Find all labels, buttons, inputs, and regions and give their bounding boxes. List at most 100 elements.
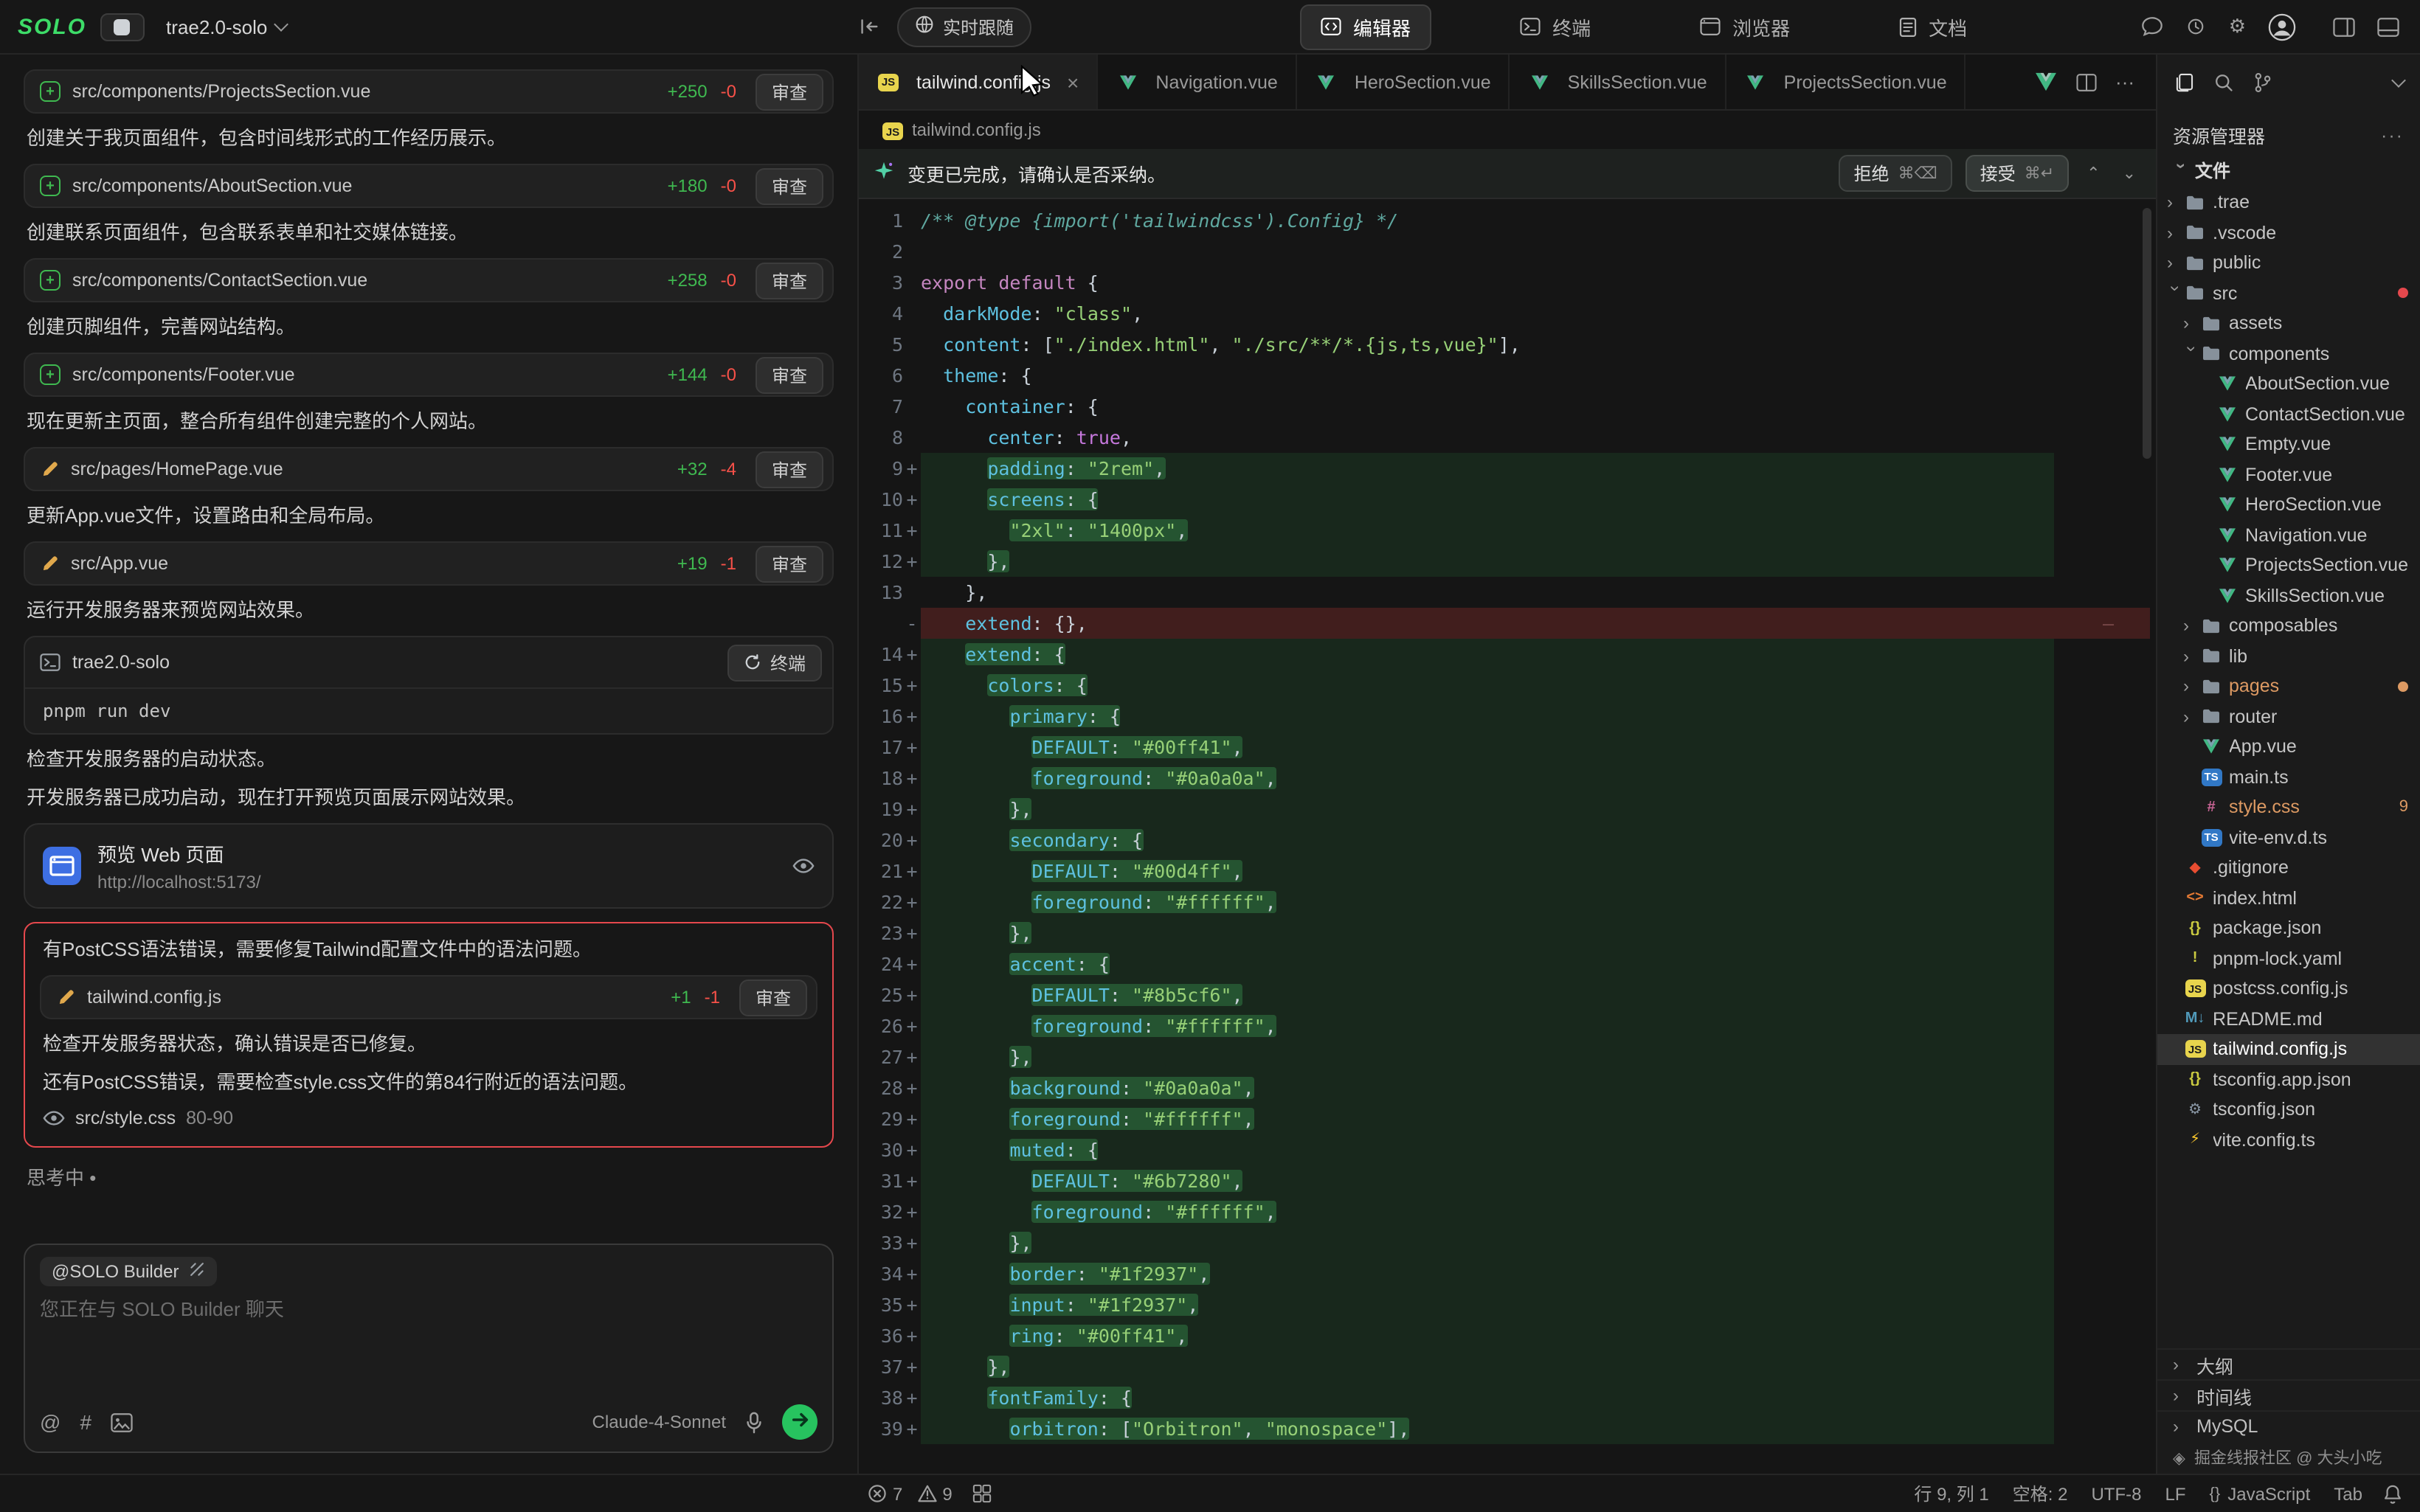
code-line[interactable]: 18+ foreground: "#0a0a0a", — [859, 763, 2155, 794]
code-line[interactable]: 33+ }, — [859, 1227, 2155, 1258]
file-change-card[interactable]: src/pages/HomePage.vue+32-4审查 — [24, 447, 834, 491]
tree-item-22[interactable]: ◆.gitignore — [2157, 853, 2420, 883]
review-button[interactable]: 审查 — [756, 451, 823, 488]
editor-scrollbar[interactable] — [2142, 208, 2151, 459]
eye-icon[interactable] — [792, 857, 815, 875]
workspace-tab-1[interactable]: 终端 — [1499, 4, 1611, 49]
files-section-header[interactable]: › 文件 — [2157, 153, 2420, 187]
file-change-card[interactable]: +src/components/Footer.vue+144-0审查 — [24, 353, 834, 397]
collapse-panel-icon[interactable] — [859, 18, 879, 35]
terminal-card[interactable]: trae2.0-solo终端pnpm run dev — [24, 636, 834, 735]
file-change-card[interactable]: +src/components/ContactSection.vue+258-0… — [24, 258, 834, 302]
code-line[interactable]: 20+ secondary: { — [859, 825, 2155, 856]
tree-item-1[interactable]: ›.vscode — [2157, 218, 2420, 248]
tree-item-4[interactable]: ›assets — [2157, 308, 2420, 339]
search-icon[interactable] — [2213, 72, 2233, 93]
tree-item-2[interactable]: ›public — [2157, 248, 2420, 278]
tree-item-10[interactable]: HeroSection.vue — [2157, 490, 2420, 520]
workspace-tab-3[interactable]: 文档 — [1878, 4, 1988, 49]
more-actions-icon[interactable]: ··· — [2115, 71, 2134, 93]
code-line[interactable]: 38+ fontFamily: { — [859, 1382, 2155, 1413]
code-line[interactable]: 27+ }, — [859, 1041, 2155, 1072]
file-reference-link[interactable]: src/style.css80-90 — [43, 1108, 815, 1128]
code-line[interactable]: 34+ border: "#1f2937", — [859, 1258, 2155, 1289]
code-line[interactable]: 22+ foreground: "#ffffff", — [859, 887, 2155, 918]
code-line[interactable]: 39+ orbitron: ["Orbitron", "monospace"], — [859, 1413, 2155, 1444]
status-item-1[interactable]: 空格: 2 — [2013, 1481, 2068, 1506]
code-line[interactable]: 11+ "2xl": "1400px", — [859, 515, 2155, 546]
editor-tab-2[interactable]: HeroSection.vue — [1297, 55, 1510, 109]
sidebar-panel-2[interactable]: ›MySQL — [2157, 1410, 2420, 1441]
chat-bubble-icon[interactable] — [2142, 16, 2164, 37]
model-selector[interactable]: Claude-4-Sonnet — [592, 1412, 726, 1432]
next-change-icon[interactable]: ⌄ — [2118, 164, 2140, 183]
code-line[interactable]: 31+ DEFAULT: "#6b7280", — [859, 1165, 2155, 1196]
history-icon[interactable] — [2186, 16, 2207, 37]
code-line[interactable]: 24+ accent: { — [859, 949, 2155, 979]
code-line[interactable]: 13 }, — [859, 577, 2155, 608]
status-item-2[interactable]: UTF-8 — [2091, 1483, 2141, 1504]
accept-button[interactable]: 接受 ⌘↵ — [1966, 155, 2069, 192]
code-line[interactable]: 23+ }, — [859, 918, 2155, 949]
terminal-button[interactable]: 终端 — [727, 644, 822, 681]
tree-item-15[interactable]: ›lib — [2157, 641, 2420, 671]
code-line[interactable]: 7 container: { — [859, 391, 2155, 422]
tree-item-6[interactable]: AboutSection.vue — [2157, 369, 2420, 399]
split-editor-icon[interactable] — [2075, 73, 2096, 91]
code-line[interactable]: 26+ foreground: "#ffffff", — [859, 1010, 2155, 1041]
code-line[interactable]: 15+ colors: { — [859, 670, 2155, 701]
editor-tab-3[interactable]: SkillsSection.vue — [1510, 55, 1726, 109]
tree-item-27[interactable]: M↓README.md — [2157, 1004, 2420, 1034]
vue-preview-icon[interactable] — [2034, 72, 2056, 91]
tree-item-31[interactable]: ⚡vite.config.ts — [2157, 1125, 2420, 1155]
code-line[interactable]: 1/** @type {import('tailwindcss').Config… — [859, 205, 2155, 236]
tree-item-8[interactable]: Empty.vue — [2157, 429, 2420, 460]
tree-item-5[interactable]: ›components — [2157, 339, 2420, 369]
review-button[interactable]: 审查 — [756, 167, 823, 204]
tree-item-0[interactable]: ›.trae — [2157, 187, 2420, 218]
tree-item-20[interactable]: #style.css9 — [2157, 792, 2420, 822]
workspace-tab-2[interactable]: 浏览器 — [1679, 4, 1811, 49]
breadcrumb[interactable]: JS tailwind.config.js — [859, 111, 2155, 149]
tree-item-14[interactable]: ›composables — [2157, 611, 2420, 641]
status-item-5[interactable]: Tab — [2334, 1483, 2362, 1504]
code-line[interactable]: 19+ }, — [859, 794, 2155, 825]
code-line[interactable]: 4 darkMode: "class", — [859, 298, 2155, 329]
code-line[interactable]: 21+ DEFAULT: "#00d4ff", — [859, 856, 2155, 887]
code-line[interactable]: 9+ padding: "2rem", — [859, 453, 2155, 484]
workspace-tab-0[interactable]: 编辑器 — [1300, 4, 1431, 49]
close-icon[interactable]: × — [1067, 70, 1079, 94]
tree-item-23[interactable]: <>index.html — [2157, 883, 2420, 913]
code-line[interactable]: 32+ foreground: "#ffffff", — [859, 1196, 2155, 1227]
code-line[interactable]: 3export default { — [859, 267, 2155, 298]
layout-bottom-icon[interactable] — [2377, 17, 2399, 36]
file-change-card[interactable]: tailwind.config.js+1-1审查 — [40, 975, 817, 1019]
review-button[interactable]: 审查 — [756, 356, 823, 393]
editor-tab-4[interactable]: ProjectsSection.vue — [1726, 55, 1966, 109]
code-line[interactable]: 36+ ring: "#00ff41", — [859, 1320, 2155, 1351]
bell-icon[interactable] — [2383, 1483, 2402, 1504]
review-button[interactable]: 审查 — [739, 979, 807, 1016]
tree-item-21[interactable]: TSvite-env.d.ts — [2157, 822, 2420, 853]
ports-grid-icon[interactable] — [973, 1484, 992, 1503]
code-line[interactable]: 10+ screens: { — [859, 484, 2155, 515]
code-line[interactable]: 2 — [859, 236, 2155, 267]
chat-message-list[interactable]: +src/components/ProjectsSection.vue+250-… — [0, 55, 857, 1232]
send-button[interactable] — [782, 1404, 817, 1440]
tree-item-19[interactable]: TSmain.ts — [2157, 762, 2420, 792]
code-line[interactable]: 25+ DEFAULT: "#8b5cf6", — [859, 979, 2155, 1010]
promo-row[interactable]: ◈ 掘金线报社区 @ 大头小吃 — [2157, 1441, 2420, 1474]
tree-item-7[interactable]: ContactSection.vue — [2157, 399, 2420, 429]
tree-item-11[interactable]: Navigation.vue — [2157, 520, 2420, 550]
tree-item-9[interactable]: Footer.vue — [2157, 460, 2420, 490]
code-line[interactable]: 6 theme: { — [859, 360, 2155, 391]
code-line[interactable]: 16+ primary: { — [859, 701, 2155, 732]
chevron-down-icon[interactable] — [2393, 80, 2404, 86]
tree-item-24[interactable]: {}package.json — [2157, 913, 2420, 943]
code-line[interactable]: 8 center: true, — [859, 422, 2155, 453]
web-preview-card[interactable]: 预览 Web 页面http://localhost:5173/ — [24, 823, 834, 909]
code-line[interactable]: 5 content: ["./index.html", "./src/**/*.… — [859, 329, 2155, 360]
code-editor[interactable]: 1/** @type {import('tailwindcss').Config… — [859, 199, 2155, 1474]
mention-icon[interactable]: @ — [40, 1410, 60, 1434]
tree-item-17[interactable]: ›router — [2157, 701, 2420, 732]
